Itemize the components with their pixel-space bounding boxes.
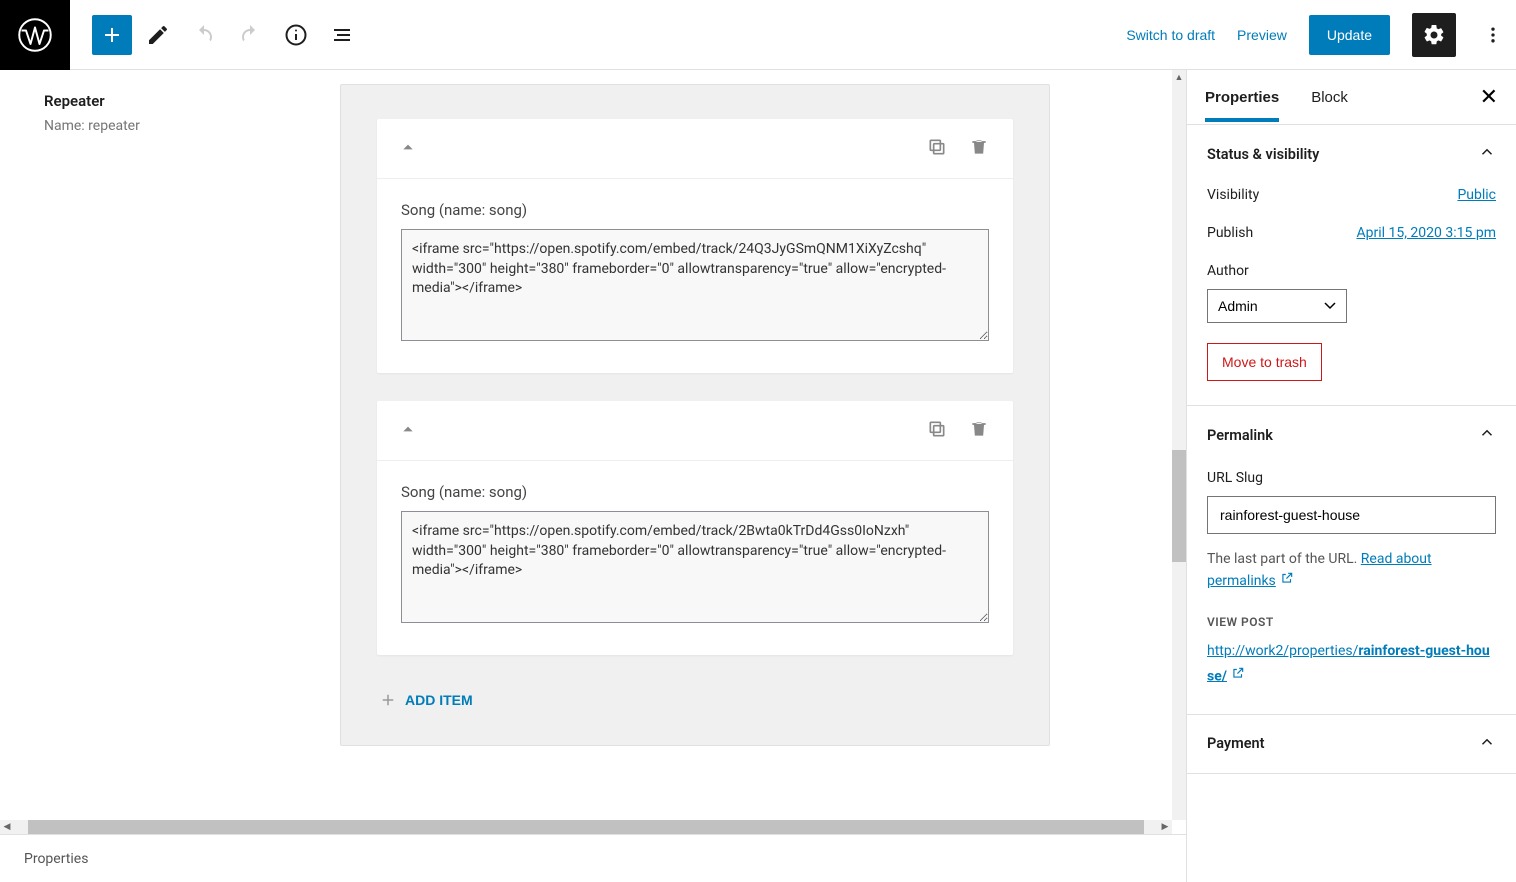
repeater-item: Song (name: song) [377,119,1013,373]
delete-icon[interactable] [965,133,993,164]
switch-to-draft-button[interactable]: Switch to draft [1126,27,1215,43]
repeater-name-label: Name: repeater [44,118,340,134]
external-link-icon [1280,570,1294,592]
more-options-button[interactable] [1478,13,1508,57]
chevron-up-icon [1478,143,1496,165]
tab-block[interactable]: Block [1311,73,1348,122]
view-post-label: VIEW POST [1207,615,1496,629]
update-button[interactable]: Update [1309,15,1390,55]
repeater-title: Repeater [44,92,340,110]
repeater-item: Song (name: song) [377,401,1013,655]
author-label: Author [1207,263,1496,279]
settings-sidebar: Properties Block ✕ Status & visibility V… [1186,70,1516,882]
scroll-right-arrow[interactable]: ▶ [1158,820,1172,834]
chevron-up-icon [1478,424,1496,446]
delete-icon[interactable] [965,415,993,446]
visibility-label: Visibility [1207,187,1259,203]
song-textarea[interactable] [401,229,989,341]
scrollbar-thumb-horizontal[interactable] [28,820,1144,834]
close-sidebar-button[interactable]: ✕ [1480,86,1498,108]
duplicate-icon[interactable] [923,133,951,164]
move-to-trash-button[interactable]: Move to trash [1207,343,1322,381]
field-label: Song (name: song) [401,483,989,501]
url-slug-label: URL Slug [1207,470,1496,486]
outline-icon[interactable] [322,15,362,55]
add-block-button[interactable] [92,15,132,55]
publish-label: Publish [1207,225,1253,241]
settings-button[interactable] [1412,13,1456,57]
preview-button[interactable]: Preview [1237,27,1287,43]
collapse-icon[interactable] [397,136,419,161]
field-label: Song (name: song) [401,201,989,219]
add-item-label: ADD ITEM [405,692,473,708]
scroll-left-arrow[interactable]: ◀ [0,820,14,834]
repeater-block: Song (name: song) [340,84,1050,746]
undo-button[interactable] [184,15,224,55]
scrollbar-thumb-vertical[interactable] [1172,450,1186,562]
edit-icon[interactable] [138,15,178,55]
wordpress-logo[interactable] [0,0,70,70]
scrollbar-horizontal[interactable]: ◀ ▶ [0,820,1172,834]
panel-payment[interactable]: Payment [1187,715,1516,773]
chevron-up-icon [1478,733,1496,755]
visibility-value[interactable]: Public [1457,187,1496,203]
breadcrumb[interactable]: Properties [0,834,1186,882]
repeater-sidebar-info: Repeater Name: repeater [0,84,340,134]
duplicate-icon[interactable] [923,415,951,446]
add-item-button[interactable]: ADD ITEM [377,683,475,717]
scrollbar-vertical[interactable] [1172,70,1186,820]
author-select[interactable]: Admin [1207,289,1347,323]
permalink-help: The last part of the URL. Read about per… [1207,548,1496,593]
collapse-icon[interactable] [397,418,419,443]
panel-status-visibility[interactable]: Status & visibility [1187,125,1516,183]
song-textarea[interactable] [401,511,989,623]
post-permalink[interactable]: http://work2/properties/rainforest-guest… [1207,639,1496,690]
toolbar: Switch to draft Preview Update [0,0,1516,70]
url-slug-input[interactable] [1207,496,1496,534]
publish-value[interactable]: April 15, 2020 3:15 pm [1356,225,1496,241]
redo-button[interactable] [230,15,270,55]
tab-properties[interactable]: Properties [1205,73,1279,122]
scroll-up-arrow[interactable]: ▲ [1172,70,1186,84]
external-link-icon [1231,664,1245,689]
panel-permalink[interactable]: Permalink [1187,406,1516,464]
info-icon[interactable] [276,15,316,55]
